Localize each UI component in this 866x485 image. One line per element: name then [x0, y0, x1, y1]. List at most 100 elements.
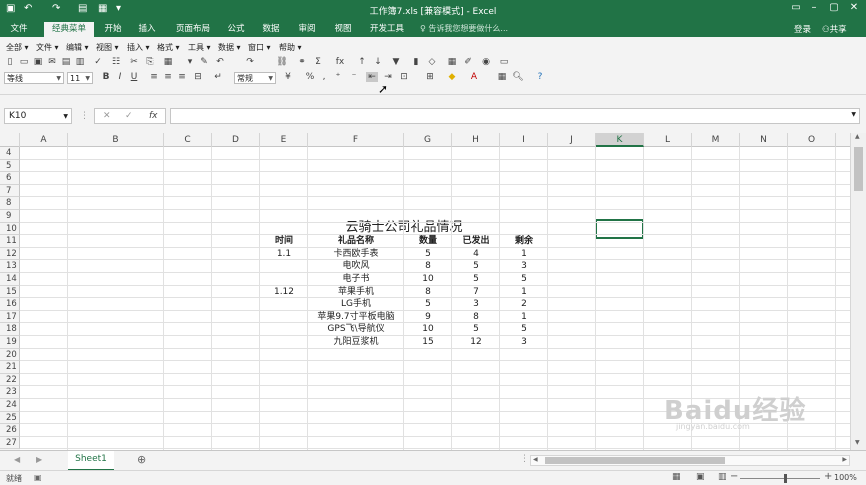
row-header-5[interactable]: 5 [0, 159, 20, 173]
row-header-15[interactable]: 15 [0, 285, 20, 299]
ribbon-display-icon[interactable]: ▭ [788, 2, 804, 13]
column-header-l[interactable]: L [644, 133, 692, 147]
drawing-icon[interactable]: ✐ [462, 57, 474, 67]
menu-tools[interactable]: 工具 ▾ [188, 42, 211, 53]
scroll-up-icon[interactable]: ▲ [855, 133, 860, 140]
zoom-slider[interactable] [740, 478, 820, 479]
gift-name-cell[interactable]: 电子书 [308, 273, 404, 286]
zoom-in-icon[interactable]: + [824, 471, 832, 482]
page-layout-view-icon[interactable]: ▣ [696, 472, 705, 482]
menu-data[interactable]: 数据 ▾ [218, 42, 241, 53]
insert-function-icon[interactable]: fx [149, 111, 158, 121]
sheet-tab-sheet1[interactable]: Sheet1 [68, 451, 114, 471]
tab-file[interactable]: 文件 [2, 22, 36, 37]
scroll-sheets-left-icon[interactable]: ◀ [14, 455, 20, 464]
sort-descending-icon[interactable]: ↓ [372, 57, 384, 67]
column-header-d[interactable]: D [212, 133, 260, 147]
tab-review[interactable]: 审阅 [292, 22, 322, 37]
quantity-cell[interactable]: 9 [404, 311, 452, 324]
sort-ascending-icon[interactable]: ↑ [356, 57, 368, 67]
cut-icon[interactable]: ✂ [128, 57, 140, 67]
scroll-left-icon[interactable]: ◀ [533, 456, 538, 463]
scroll-sheets-right-icon[interactable]: ▶ [36, 455, 42, 464]
row-header-13[interactable]: 13 [0, 260, 20, 273]
column-header-n[interactable]: N [740, 133, 788, 147]
print-preview-icon[interactable]: ▥ [74, 57, 86, 67]
spelling-icon[interactable]: ✓ [92, 57, 104, 67]
function-icon[interactable]: fx [334, 57, 346, 67]
row-header-17[interactable]: 17 [0, 310, 20, 324]
header-cell[interactable]: 剩余 [500, 235, 548, 248]
page-break-view-icon[interactable]: ▥ [718, 472, 727, 482]
gift-name-cell[interactable]: 苹果9.7寸平板电脑 [308, 311, 404, 324]
menu-edit[interactable]: 编辑 ▾ [66, 42, 89, 53]
horizontal-scroll-thumb[interactable] [545, 457, 725, 464]
row-header-9[interactable]: 9 [0, 210, 20, 223]
percent-icon[interactable]: % [304, 72, 316, 82]
tab-view[interactable]: 视图 [328, 22, 358, 37]
column-header-j[interactable]: J [548, 133, 596, 147]
row-header-16[interactable]: 16 [0, 298, 20, 311]
menu-help[interactable]: 帮助 ▾ [279, 42, 302, 53]
sent-cell[interactable]: 3 [452, 298, 500, 311]
currency-icon[interactable]: ¥ [282, 72, 294, 82]
remaining-cell[interactable]: 5 [500, 273, 548, 286]
column-header-k[interactable]: K [596, 133, 644, 147]
tab-developer[interactable]: 开发工具 [364, 22, 410, 37]
column-header-b[interactable]: B [68, 133, 164, 147]
quantity-cell[interactable]: 5 [404, 298, 452, 311]
row-header-6[interactable]: 6 [0, 172, 20, 185]
time-cell[interactable] [260, 273, 308, 286]
zoom-out-icon[interactable]: − [730, 471, 738, 482]
chart-icon[interactable]: ▮ [410, 57, 422, 67]
menu-view[interactable]: 视图 ▾ [96, 42, 119, 53]
time-cell[interactable] [260, 323, 308, 336]
font-name-select[interactable]: 等线 ▼ [4, 72, 64, 84]
sent-cell[interactable]: 5 [452, 323, 500, 336]
menu-format[interactable]: 格式 ▾ [157, 42, 180, 53]
macro-record-icon[interactable]: ▣ [34, 473, 42, 482]
login-link[interactable]: 登录 [794, 23, 811, 35]
tab-classic-menu[interactable]: 经典菜单 [44, 22, 94, 37]
row-header-4[interactable]: 4 [0, 147, 20, 160]
time-cell[interactable]: 1.1 [260, 248, 308, 261]
remaining-cell[interactable]: 1 [500, 311, 548, 324]
orientation-icon[interactable]: ⊡ [398, 72, 410, 82]
gift-name-cell[interactable]: 苹果手机 [308, 286, 404, 299]
column-header-m[interactable]: M [692, 133, 740, 147]
tab-formulas[interactable]: 公式 [222, 22, 250, 37]
cancel-icon[interactable]: ✕ [103, 111, 111, 121]
gift-name-cell[interactable]: 卡西欧手表 [308, 248, 404, 261]
gift-name-cell[interactable]: LG手机 [308, 298, 404, 311]
column-header-h[interactable]: H [452, 133, 500, 147]
tab-data[interactable]: 数据 [256, 22, 286, 37]
sent-cell[interactable]: 8 [452, 311, 500, 324]
header-cell[interactable]: 数量 [404, 235, 452, 248]
redo-icon[interactable]: ↷ [244, 57, 256, 67]
row-header-14[interactable]: 14 [0, 273, 20, 286]
quantity-cell[interactable]: 5 [404, 248, 452, 261]
remaining-cell[interactable]: 5 [500, 323, 548, 336]
quantity-cell[interactable]: 8 [404, 260, 452, 273]
gift-name-cell[interactable]: 电吹风 [308, 260, 404, 273]
new-icon[interactable]: ▯ [4, 57, 16, 67]
underline-icon[interactable]: U [128, 72, 140, 82]
time-cell[interactable] [260, 298, 308, 311]
shapes-icon[interactable]: ◇ [426, 57, 438, 67]
remaining-cell[interactable]: 2 [500, 298, 548, 311]
zoom-icon[interactable]: 🔍︎ [512, 72, 524, 82]
undo-icon[interactable]: ↶ [214, 57, 226, 67]
column-header-f[interactable]: F [308, 133, 404, 147]
header-cell[interactable]: 时间 [260, 235, 308, 248]
paste-options-icon[interactable]: ▾ [184, 57, 196, 67]
merge-center-icon[interactable]: ⊟ [192, 72, 204, 82]
zoom-level[interactable]: 100% [834, 473, 857, 482]
close-icon[interactable]: ✕ [846, 2, 862, 13]
select-all-corner[interactable] [0, 133, 20, 147]
save-icon[interactable]: ▣ [32, 57, 44, 67]
row-header-11[interactable]: 11 [0, 235, 20, 248]
time-cell[interactable] [260, 336, 308, 349]
increase-indent-icon[interactable]: ⇥ [382, 72, 394, 82]
time-cell[interactable] [260, 260, 308, 273]
normal-view-icon[interactable]: ▦ [672, 472, 681, 482]
